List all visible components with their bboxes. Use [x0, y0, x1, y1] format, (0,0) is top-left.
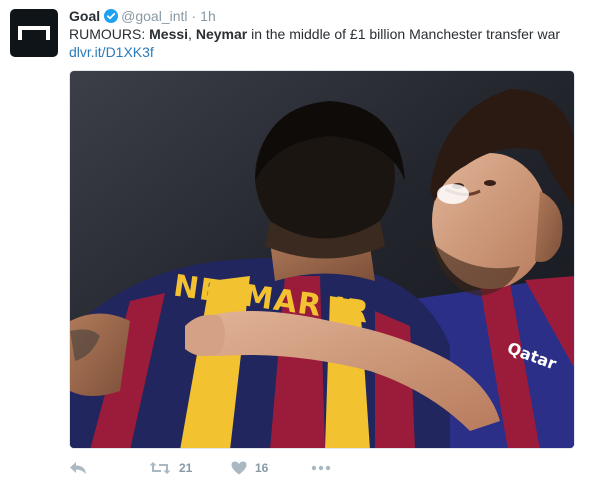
- like-button[interactable]: 16: [231, 458, 268, 478]
- tweet-text-mid: ,: [188, 26, 196, 42]
- tweet-text: RUMOURS: Messi, Neymar in the middle of …: [69, 25, 590, 61]
- more-button[interactable]: [311, 458, 331, 478]
- heart-icon: [231, 461, 247, 475]
- tweet-header: Goal @goal_intl · 1h: [69, 7, 590, 25]
- tweet-text-suffix: in the middle of £1 billion Manchester t…: [247, 26, 561, 42]
- tweet-photo[interactable]: NEYMAR JR Qatar: [69, 70, 575, 449]
- retweet-icon: [149, 462, 171, 474]
- reply-button[interactable]: [69, 458, 87, 478]
- tweet: Goal @goal_intl · 1h RUMOURS: Messi, Ney…: [0, 0, 600, 486]
- account-name[interactable]: Goal: [69, 7, 100, 25]
- retweet-count: 21: [179, 461, 193, 475]
- reply-icon: [70, 462, 86, 474]
- separator-dot: ·: [191, 8, 197, 24]
- tweet-link[interactable]: dlvr.it/D1XK3f: [69, 44, 154, 60]
- goal-logo-icon[interactable]: [10, 9, 58, 57]
- more-icon: [311, 465, 331, 471]
- tweet-text-messi: Messi: [149, 26, 189, 42]
- verified-badge-icon: [104, 9, 119, 23]
- tweet-timestamp[interactable]: 1h: [200, 7, 216, 25]
- tweet-actions: 21 16: [69, 458, 369, 478]
- tweet-text-prefix: RUMOURS:: [69, 26, 150, 42]
- retweet-button[interactable]: 21: [149, 458, 192, 478]
- account-handle[interactable]: @goal_intl: [121, 7, 187, 25]
- tweet-text-neymar: Neymar: [195, 26, 248, 42]
- like-count: 16: [255, 461, 269, 475]
